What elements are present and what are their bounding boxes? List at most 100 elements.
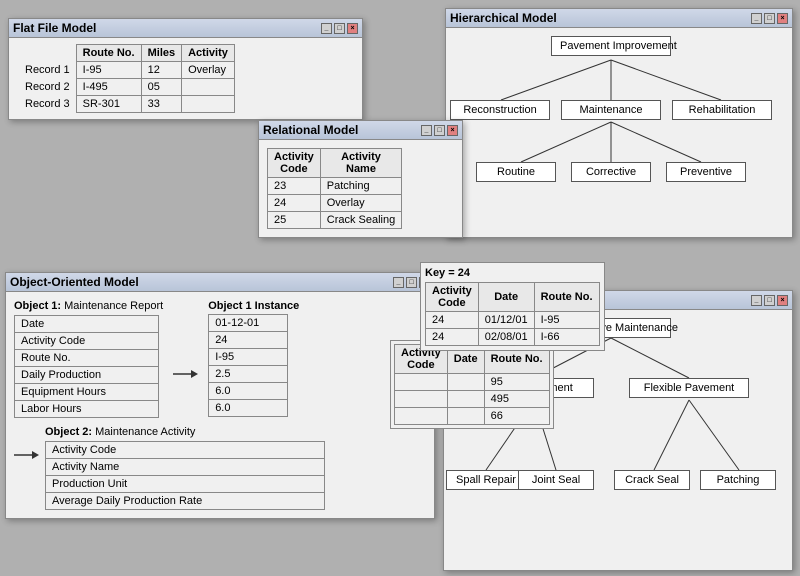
activity-value xyxy=(182,79,235,96)
table-row: 25 Crack Sealing xyxy=(268,212,402,229)
close-button[interactable]: × xyxy=(777,13,788,24)
instance-title: Object 1 Instance xyxy=(208,300,299,312)
tree-lines xyxy=(446,28,776,223)
maximize-button[interactable]: □ xyxy=(334,23,345,34)
close-button[interactable]: × xyxy=(777,295,788,306)
network-patching: Patching xyxy=(700,470,776,490)
network-crack: Crack Seal xyxy=(614,470,690,490)
oo-model-window: Object-Oriented Model _ □ × Object 1: Ma… xyxy=(5,272,435,519)
window-controls[interactable]: _ □ × xyxy=(321,23,358,34)
table-row: 495 xyxy=(395,391,550,408)
tree-node-corrective: Corrective xyxy=(571,162,651,182)
code-val: 24 xyxy=(426,329,479,346)
code-value: 25 xyxy=(268,212,321,229)
flat-file-table: Route No. Miles Activity Record 1 I-95 1… xyxy=(19,44,235,113)
record-label: Record 2 xyxy=(19,79,76,96)
col-activity-code: ActivityCode xyxy=(268,149,321,178)
window-controls[interactable]: _ □ × xyxy=(751,295,788,306)
oo-titlebar: Object-Oriented Model _ □ × xyxy=(6,273,434,292)
col-route-no: Route No. xyxy=(534,283,599,312)
col-activity: Activity xyxy=(182,45,235,62)
field-row: Production Unit xyxy=(46,476,325,493)
date-val: 02/08/01 xyxy=(478,329,534,346)
minimize-button[interactable]: _ xyxy=(751,295,762,306)
arrow-section xyxy=(173,300,198,418)
object1-def: Object 1: Maintenance Report Date Activi… xyxy=(14,300,163,418)
code-value: 24 xyxy=(268,195,321,212)
activity-value: Overlay xyxy=(182,62,235,79)
record-label: Record 1 xyxy=(19,62,76,79)
partial-join-table: ActivityCode Date Route No. 95 495 66 xyxy=(390,340,554,429)
close-button[interactable]: × xyxy=(447,125,458,136)
col-date: Date xyxy=(478,283,534,312)
hierarchical-window: Hierarchical Model _ □ × Pavement Improv… xyxy=(445,8,793,238)
route-value: SR-301 xyxy=(76,96,141,113)
table-row: 66 xyxy=(395,408,550,425)
field-row: Equipment Hours xyxy=(15,384,159,401)
field-row: Activity Code xyxy=(15,333,159,350)
key-data-table: ActivityCode Date Route No. 24 01/12/01 … xyxy=(425,282,600,346)
close-button[interactable]: × xyxy=(347,23,358,34)
maximize-button[interactable]: □ xyxy=(764,13,775,24)
arrow2-icon xyxy=(14,440,39,470)
hierarchical-title: Hierarchical Model xyxy=(450,11,557,25)
key-table: Key = 24 ActivityCode Date Route No. 24 … xyxy=(420,262,605,351)
minimize-button[interactable]: _ xyxy=(751,13,762,24)
tree-node-reconstruction: Reconstruction xyxy=(450,100,550,120)
object1-label: Object 1: Maintenance Report xyxy=(14,300,163,312)
hierarchical-content: Pavement Improvement Reconstruction Main… xyxy=(446,28,792,223)
field-row: Route No. xyxy=(15,350,159,367)
table-row: 95 xyxy=(395,374,550,391)
minimize-button[interactable]: _ xyxy=(421,125,432,136)
relational-table: ActivityCode ActivityName 23 Patching 24… xyxy=(267,148,402,229)
col-header-empty xyxy=(19,45,76,62)
object2-section: Object 2: Maintenance Activity Activity … xyxy=(14,426,426,510)
instance-row: 01-12-01 xyxy=(209,315,288,332)
object1-section: Object 1: Maintenance Report Date Activi… xyxy=(14,300,426,418)
network-joint: Joint Seal xyxy=(518,470,594,490)
window-controls[interactable]: _ □ × xyxy=(421,125,458,136)
name-value: Overlay xyxy=(320,195,401,212)
table-row: Record 3 SR-301 33 xyxy=(19,96,234,113)
miles-value: 05 xyxy=(141,79,182,96)
network-spall: Spall Repair xyxy=(446,470,526,490)
object1-fields-table: Date Activity Code Route No. Daily Produ… xyxy=(14,315,159,418)
field-row: Activity Code xyxy=(46,442,325,459)
miles-value: 12 xyxy=(141,62,182,79)
object1-instance: Object 1 Instance 01-12-01 24 I-95 2.5 6… xyxy=(208,300,299,418)
field-row: Labor Hours xyxy=(15,401,159,418)
flat-file-titlebar: Flat File Model _ □ × xyxy=(9,19,362,38)
maximize-button[interactable]: □ xyxy=(406,277,417,288)
route-value: I-95 xyxy=(76,62,141,79)
table-row: 23 Patching xyxy=(268,178,402,195)
window-controls[interactable]: _ □ × xyxy=(751,13,788,24)
col-miles: Miles xyxy=(141,45,182,62)
table-row: Record 1 I-95 12 Overlay xyxy=(19,62,234,79)
field-row: Daily Production xyxy=(15,367,159,384)
field-row: Activity Name xyxy=(46,459,325,476)
activity-value xyxy=(182,96,235,113)
key-label: Key = 24 xyxy=(425,267,600,279)
relational-window: Relational Model _ □ × ActivityCode Acti… xyxy=(258,120,463,238)
oo-content: Object 1: Maintenance Report Date Activi… xyxy=(6,292,434,518)
instance-row: I-95 xyxy=(209,349,288,366)
route-val: I-66 xyxy=(534,329,599,346)
maximize-button[interactable]: □ xyxy=(764,295,775,306)
arrow-icon xyxy=(173,367,198,381)
instance-row: 6.0 xyxy=(209,383,288,400)
tree-node-maintenance: Maintenance xyxy=(561,100,661,120)
minimize-button[interactable]: _ xyxy=(321,23,332,34)
col-activity-name: ActivityName xyxy=(320,149,401,178)
col-act-code: ActivityCode xyxy=(426,283,479,312)
tree-node-preventive: Preventive xyxy=(666,162,746,182)
code-val: 24 xyxy=(426,312,479,329)
name-value: Crack Sealing xyxy=(320,212,401,229)
hierarchical-titlebar: Hierarchical Model _ □ × xyxy=(446,9,792,28)
table-row: 24 Overlay xyxy=(268,195,402,212)
object2-def: Object 2: Maintenance Activity Activity … xyxy=(45,426,325,510)
minimize-button[interactable]: _ xyxy=(393,277,404,288)
tree-node-rehabilitation: Rehabilitation xyxy=(672,100,772,120)
maximize-button[interactable]: □ xyxy=(434,125,445,136)
instance-row: 24 xyxy=(209,332,288,349)
instance-table: 01-12-01 24 I-95 2.5 6.0 6.0 xyxy=(208,314,288,417)
